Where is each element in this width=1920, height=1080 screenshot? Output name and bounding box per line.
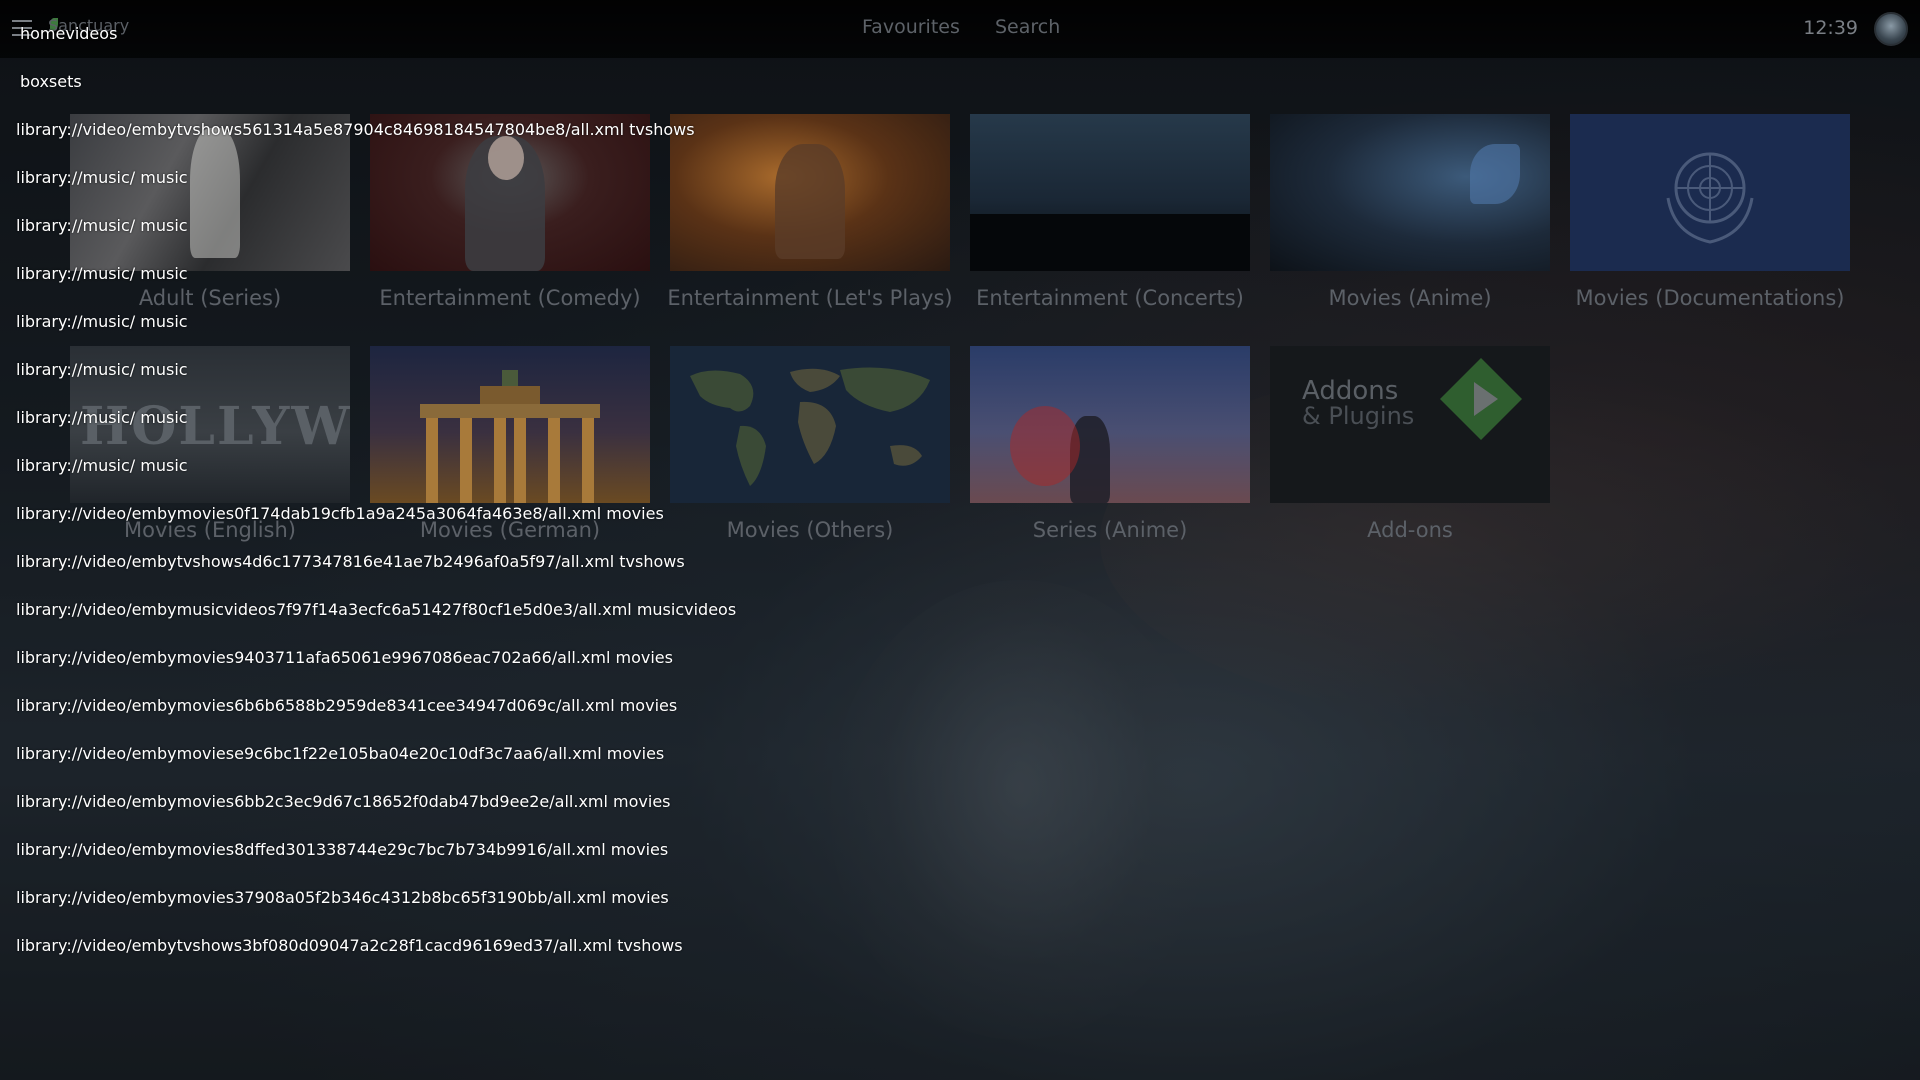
figure-shape xyxy=(190,128,240,258)
list-item[interactable]: boxsets xyxy=(20,72,82,91)
tile-series-anime[interactable] xyxy=(970,346,1250,503)
tile-addons[interactable]: Addons & Plugins xyxy=(1270,346,1550,503)
list-item[interactable]: homevideos xyxy=(20,24,117,43)
tile-entertainment-concerts[interactable] xyxy=(970,114,1250,271)
list-item[interactable]: library://music/ music xyxy=(16,168,188,187)
tile-label-movies-others: Movies (Others) xyxy=(726,518,894,542)
list-item[interactable]: library://music/ music xyxy=(16,456,188,475)
list-item[interactable]: library://video/embymovies6b6b6588b2959d… xyxy=(16,696,677,715)
list-item[interactable]: library://music/ music xyxy=(16,216,188,235)
tile-label-entertainment-concerts: Entertainment (Concerts) xyxy=(976,286,1244,310)
butterfly-shape xyxy=(1470,144,1520,204)
list-item[interactable]: library://video/embymovies8dffed30133874… xyxy=(16,840,668,859)
tile-label-series-anime: Series (Anime) xyxy=(1032,518,1188,542)
play-diamond-icon xyxy=(1440,358,1522,440)
tile-label-movies-anime: Movies (Anime) xyxy=(1328,286,1492,310)
list-item[interactable]: library://video/embymovies0f174dab19cfb1… xyxy=(16,504,664,523)
clock: 12:39 xyxy=(1803,17,1858,39)
list-item[interactable]: library://music/ music xyxy=(16,264,188,283)
tile-entertainment-lets-plays[interactable] xyxy=(670,114,950,271)
tile-movies-documentations[interactable] xyxy=(1570,114,1850,271)
list-item[interactable]: library://video/embymoviese9c6bc1f22e105… xyxy=(16,744,664,763)
tile-label-movies-documentations: Movies (Documentations) xyxy=(1575,286,1845,310)
list-item[interactable]: library://video/embymovies9403711afa6506… xyxy=(16,648,673,667)
nav-search[interactable]: Search xyxy=(995,16,1060,38)
list-item[interactable]: library://video/embymovies6bb2c3ec9d67c1… xyxy=(16,792,671,811)
top-bar: Sanctuary Favourites Search 12:39 xyxy=(0,0,1920,58)
tile-label-adult-series: Adult (Series) xyxy=(138,286,282,310)
tile-label-entertainment-lets-plays: Entertainment (Let's Plays) xyxy=(667,286,953,310)
tile-movies-others[interactable] xyxy=(670,346,950,503)
tile-label-addons: Add-ons xyxy=(1367,518,1453,542)
list-item[interactable]: library://music/ music xyxy=(16,312,188,331)
nav-favourites[interactable]: Favourites xyxy=(862,16,960,38)
crowd-shape xyxy=(970,214,1250,271)
brandenburg-gate-shape xyxy=(420,370,600,503)
un-emblem-icon xyxy=(1666,152,1754,244)
tile-movies-anime[interactable] xyxy=(1270,114,1550,271)
list-item[interactable]: library://video/embymovies37908a05f2b346… xyxy=(16,888,669,907)
wing-shape xyxy=(1010,406,1080,486)
list-item[interactable]: library://video/embymusicvideos7f97f14a3… xyxy=(16,600,736,619)
figure-head xyxy=(488,136,524,180)
list-item[interactable]: library://video/embytvshows3bf080d09047a… xyxy=(16,936,683,955)
list-item[interactable]: library://music/ music xyxy=(16,408,188,427)
tile-label-entertainment-comedy: Entertainment (Comedy) xyxy=(379,286,641,310)
list-item[interactable]: library://music/ music xyxy=(16,360,188,379)
tile-movies-german[interactable] xyxy=(370,346,650,503)
menu-line xyxy=(12,20,32,22)
figure-shape xyxy=(775,144,845,259)
addons-subtitle: & Plugins xyxy=(1302,402,1415,430)
world-map-shape xyxy=(690,367,930,486)
list-item[interactable]: library://video/embytvshows561314a5e8790… xyxy=(16,120,695,139)
kodi-home-screen: Sanctuary Favourites Search 12:39 Adult … xyxy=(0,0,1920,1080)
list-item[interactable]: library://video/embytvshows4d6c177347816… xyxy=(16,552,685,571)
user-avatar-icon[interactable] xyxy=(1874,12,1908,46)
